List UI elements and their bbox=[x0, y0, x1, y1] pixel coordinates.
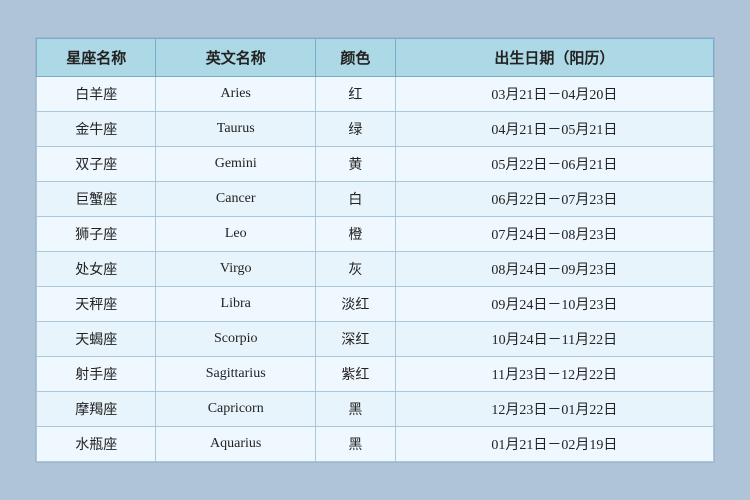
cell-chinese: 天蝎座 bbox=[37, 322, 156, 357]
table-row: 天蝎座Scorpio深红10月24日－11月22日 bbox=[37, 322, 714, 357]
table-row: 狮子座Leo橙07月24日－08月23日 bbox=[37, 217, 714, 252]
cell-date: 12月23日－01月22日 bbox=[395, 392, 713, 427]
table-row: 天秤座Libra淡红09月24日－10月23日 bbox=[37, 287, 714, 322]
cell-color: 绿 bbox=[315, 112, 395, 147]
cell-color: 白 bbox=[315, 182, 395, 217]
cell-color: 淡红 bbox=[315, 287, 395, 322]
cell-english: Aries bbox=[156, 77, 316, 112]
table-row: 双子座Gemini黄05月22日－06月21日 bbox=[37, 147, 714, 182]
cell-date: 08月24日－09月23日 bbox=[395, 252, 713, 287]
table-row: 白羊座Aries红03月21日－04月20日 bbox=[37, 77, 714, 112]
cell-english: Gemini bbox=[156, 147, 316, 182]
cell-color: 紫红 bbox=[315, 357, 395, 392]
zodiac-table: 星座名称 英文名称 颜色 出生日期（阳历） 白羊座Aries红03月21日－04… bbox=[36, 38, 714, 462]
cell-chinese: 白羊座 bbox=[37, 77, 156, 112]
cell-date: 03月21日－04月20日 bbox=[395, 77, 713, 112]
header-date: 出生日期（阳历） bbox=[395, 39, 713, 77]
cell-color: 黑 bbox=[315, 392, 395, 427]
cell-color: 黑 bbox=[315, 427, 395, 462]
cell-color: 黄 bbox=[315, 147, 395, 182]
table-row: 金牛座Taurus绿04月21日－05月21日 bbox=[37, 112, 714, 147]
table-row: 射手座Sagittarius紫红11月23日－12月22日 bbox=[37, 357, 714, 392]
cell-english: Virgo bbox=[156, 252, 316, 287]
cell-english: Scorpio bbox=[156, 322, 316, 357]
cell-chinese: 金牛座 bbox=[37, 112, 156, 147]
cell-english: Taurus bbox=[156, 112, 316, 147]
cell-date: 07月24日－08月23日 bbox=[395, 217, 713, 252]
cell-chinese: 摩羯座 bbox=[37, 392, 156, 427]
cell-english: Leo bbox=[156, 217, 316, 252]
table-row: 巨蟹座Cancer白06月22日－07月23日 bbox=[37, 182, 714, 217]
header-english: 英文名称 bbox=[156, 39, 316, 77]
cell-chinese: 射手座 bbox=[37, 357, 156, 392]
cell-english: Aquarius bbox=[156, 427, 316, 462]
cell-english: Sagittarius bbox=[156, 357, 316, 392]
cell-color: 橙 bbox=[315, 217, 395, 252]
cell-english: Cancer bbox=[156, 182, 316, 217]
table-row: 水瓶座Aquarius黑01月21日－02月19日 bbox=[37, 427, 714, 462]
cell-color: 灰 bbox=[315, 252, 395, 287]
table-row: 摩羯座Capricorn黑12月23日－01月22日 bbox=[37, 392, 714, 427]
cell-chinese: 狮子座 bbox=[37, 217, 156, 252]
cell-date: 04月21日－05月21日 bbox=[395, 112, 713, 147]
header-chinese: 星座名称 bbox=[37, 39, 156, 77]
table-row: 处女座Virgo灰08月24日－09月23日 bbox=[37, 252, 714, 287]
cell-color: 红 bbox=[315, 77, 395, 112]
zodiac-table-container: 星座名称 英文名称 颜色 出生日期（阳历） 白羊座Aries红03月21日－04… bbox=[35, 37, 715, 463]
cell-date: 01月21日－02月19日 bbox=[395, 427, 713, 462]
cell-date: 10月24日－11月22日 bbox=[395, 322, 713, 357]
cell-chinese: 天秤座 bbox=[37, 287, 156, 322]
cell-chinese: 双子座 bbox=[37, 147, 156, 182]
cell-date: 09月24日－10月23日 bbox=[395, 287, 713, 322]
cell-chinese: 巨蟹座 bbox=[37, 182, 156, 217]
cell-english: Capricorn bbox=[156, 392, 316, 427]
cell-date: 11月23日－12月22日 bbox=[395, 357, 713, 392]
cell-chinese: 水瓶座 bbox=[37, 427, 156, 462]
cell-english: Libra bbox=[156, 287, 316, 322]
header-color: 颜色 bbox=[315, 39, 395, 77]
table-header-row: 星座名称 英文名称 颜色 出生日期（阳历） bbox=[37, 39, 714, 77]
cell-chinese: 处女座 bbox=[37, 252, 156, 287]
cell-date: 06月22日－07月23日 bbox=[395, 182, 713, 217]
cell-date: 05月22日－06月21日 bbox=[395, 147, 713, 182]
cell-color: 深红 bbox=[315, 322, 395, 357]
